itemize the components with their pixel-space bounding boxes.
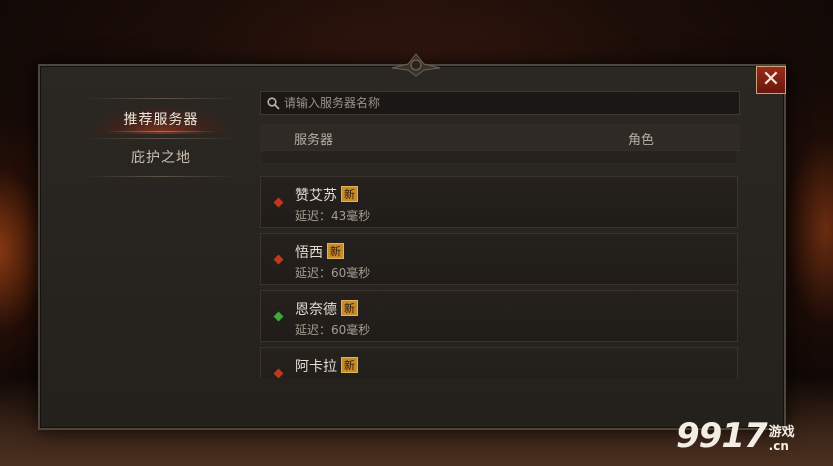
close-icon: ✕ (761, 67, 781, 92)
search-icon (267, 96, 280, 110)
status-red-icon (273, 368, 284, 378)
server-latency: 延迟：43毫秒 (295, 209, 371, 223)
menu-item-label: 庇护之地 (131, 150, 191, 166)
new-badge: 新 (327, 243, 344, 259)
new-badge: 新 (341, 357, 358, 373)
column-header-server: 服务器 (294, 133, 334, 148)
watermark-number: 9917 (676, 416, 768, 456)
close-button[interactable]: ✕ (756, 66, 786, 94)
new-badge: 新 (341, 186, 358, 202)
watermark-game: 游戏 (768, 425, 795, 440)
server-name: 阿卡拉 (295, 359, 337, 375)
server-row[interactable]: 悟西 新 延迟：60毫秒 (260, 233, 738, 285)
status-green-icon (273, 311, 284, 322)
dialog-top-ornament-icon (390, 50, 442, 78)
search-input[interactable] (280, 95, 739, 111)
search-box (260, 91, 740, 115)
server-list[interactable]: 赞艾苏 新 延迟：43毫秒 悟西 新 延迟：60毫秒 恩奈德 新 延迟：60毫秒… (260, 150, 740, 378)
site-watermark-logo: 9917 游戏 .cn (676, 416, 795, 456)
status-red-icon (273, 197, 284, 208)
server-latency: 延迟：60毫秒 (295, 323, 371, 337)
watermark-domain: .cn (768, 439, 789, 453)
server-row-partial[interactable]: 阿卡拉 新 (260, 347, 738, 378)
new-badge: 新 (341, 300, 358, 316)
server-name: 悟西 (295, 245, 323, 261)
menu-item-label: 推荐服务器 (123, 112, 199, 128)
server-name: 赞艾苏 (295, 188, 337, 204)
status-red-icon (273, 254, 284, 265)
server-latency: 延迟：60毫秒 (295, 266, 371, 280)
menu-divider-bottom (84, 176, 238, 177)
server-list-header: 服务器 角色 (260, 124, 740, 151)
column-header-role: 角色 (628, 133, 655, 148)
server-name: 恩奈德 (295, 302, 337, 318)
server-row[interactable]: 恩奈德 新 延迟：60毫秒 (260, 290, 738, 342)
menu-item-recommended[interactable]: 推荐服务器 (84, 104, 238, 134)
menu-item-sanctuary[interactable]: 庇护之地 (84, 142, 238, 172)
menu-divider-mid (84, 138, 238, 139)
server-row-partial[interactable] (260, 150, 738, 164)
menu-divider-top (84, 98, 238, 99)
server-row[interactable]: 赞艾苏 新 延迟：43毫秒 (260, 176, 738, 228)
